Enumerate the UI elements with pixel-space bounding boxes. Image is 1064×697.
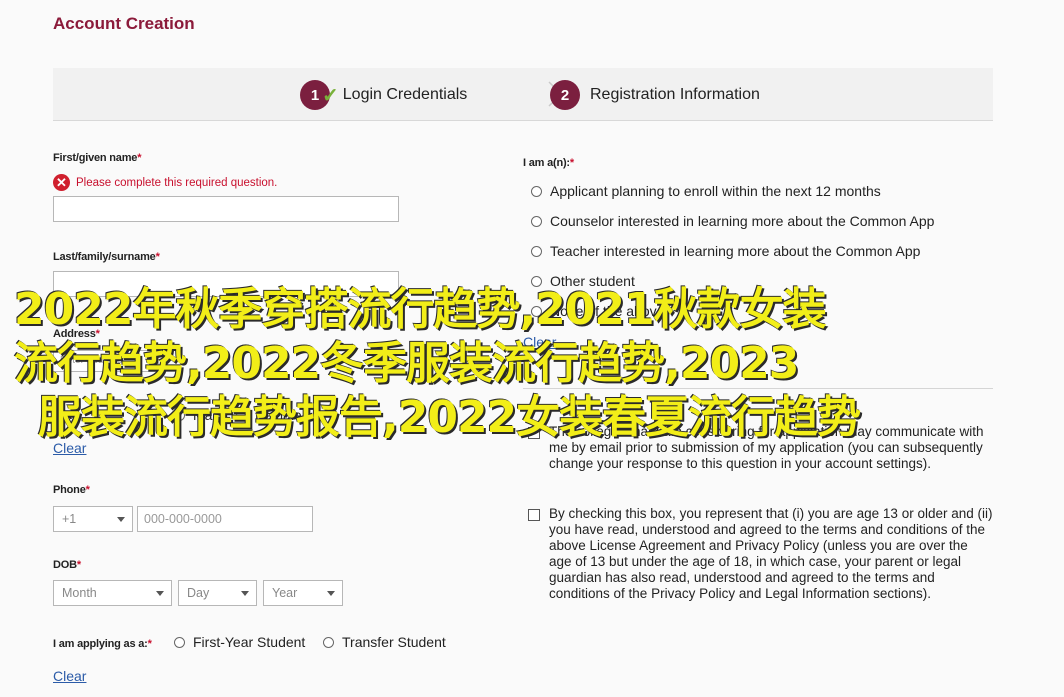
page-title: Account Creation xyxy=(53,14,195,33)
i-am-label: I am a(n):* xyxy=(523,157,574,169)
checkmark-icon: ✓ xyxy=(322,84,339,107)
step-registration-information[interactable]: 2 Registration Information xyxy=(550,80,760,110)
overlay-line: 服装流行趋势报告,2022女装春夏流行趋势 xyxy=(38,392,861,443)
last-name-label: Last/family/surname* xyxy=(53,251,160,263)
step-number-badge: 2 xyxy=(550,80,580,110)
first-name-label: First/given name* xyxy=(53,152,142,164)
phone-number-input[interactable]: 000-000-0000 xyxy=(137,506,313,532)
i-am-option-applicant[interactable]: Applicant planning to enroll within the … xyxy=(531,183,881,199)
applying-as-clear-link[interactable]: Clear xyxy=(53,668,86,684)
radio-button[interactable] xyxy=(531,185,542,197)
applying-as-transfer[interactable]: Transfer Student xyxy=(323,634,446,650)
consent-terms-checkbox[interactable] xyxy=(528,509,540,521)
overlay-line: 2022年秋季穿搭流行趋势,2021秋款女装 xyxy=(14,284,827,335)
i-am-option-teacher[interactable]: Teacher interested in learning more abou… xyxy=(531,243,920,259)
dob-label: DOB* xyxy=(53,559,81,571)
step-login-credentials[interactable]: 1 ✓ Login Credentials xyxy=(300,80,467,110)
error-icon: ✕ xyxy=(53,174,70,191)
dob-day-select[interactable]: Day xyxy=(178,580,257,606)
dob-year-select[interactable]: Year xyxy=(263,580,343,606)
step-label: Registration Information xyxy=(590,86,760,103)
dob-month-select[interactable]: Month xyxy=(53,580,172,606)
applying-as-label: I am applying as a:* xyxy=(53,638,152,650)
caret-down-icon xyxy=(117,517,125,522)
radio-button[interactable] xyxy=(531,245,542,257)
first-name-error: ✕ Please complete this required question… xyxy=(53,174,277,191)
overlay-caption: 2022年秋季穿搭流行趋势,2021秋款女装 流行趋势,2022冬季服装流行趋势… xyxy=(14,283,954,445)
radio-button[interactable] xyxy=(531,215,542,227)
step-label: Login Credentials xyxy=(342,86,468,103)
caret-down-icon xyxy=(156,591,164,596)
radio-button[interactable] xyxy=(174,636,185,648)
overlay-line: 流行趋势,2022冬季服装流行趋势,2023 xyxy=(14,338,799,389)
consent-terms-row[interactable]: By checking this box, you represent that… xyxy=(528,506,993,602)
radio-button[interactable] xyxy=(323,636,334,648)
caret-down-icon xyxy=(327,591,335,596)
applying-as-first-year[interactable]: First-Year Student xyxy=(174,634,305,650)
i-am-option-counselor[interactable]: Counselor interested in learning more ab… xyxy=(531,213,934,229)
progress-stepper: 1 ✓ Login Credentials 2 Registration Inf… xyxy=(53,68,993,121)
caret-down-icon xyxy=(241,591,249,596)
phone-label: Phone* xyxy=(53,484,90,496)
phone-country-code-select[interactable]: +1 xyxy=(53,506,133,532)
first-name-input[interactable] xyxy=(53,196,399,222)
